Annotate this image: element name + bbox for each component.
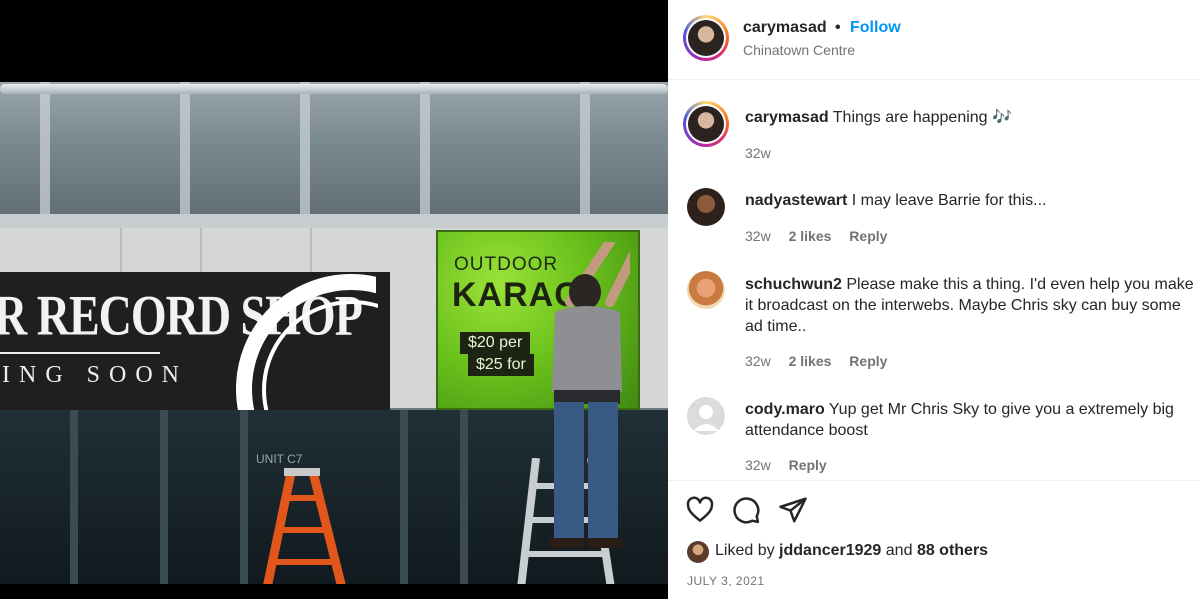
liked-user[interactable]: jddancer1929 <box>779 542 881 559</box>
comment-text: cody.maro Yup get Mr Chris Sky to give y… <box>745 399 1195 441</box>
commenter-avatar[interactable] <box>687 188 725 226</box>
caption-avatar[interactable] <box>683 101 729 147</box>
location-link[interactable]: Chinatown Centre <box>743 42 855 58</box>
floor-ledge <box>0 214 668 228</box>
storefront-mullion <box>70 410 78 584</box>
comment-username[interactable]: nadyastewart <box>745 192 847 209</box>
storefront-mullion <box>400 410 408 584</box>
caption-text: carymasad Things are happening 🎶 <box>745 107 1195 128</box>
liked-and: and <box>885 542 913 559</box>
balcony-handrail <box>0 84 668 94</box>
comment-username[interactable]: schuchwun2 <box>745 276 842 293</box>
default-avatar-icon[interactable] <box>687 397 725 435</box>
heart-icon[interactable] <box>685 495 715 525</box>
storefront-mullion <box>160 410 168 584</box>
unit-label: UNIT C7 <box>256 452 303 466</box>
caption-username[interactable]: carymasad <box>745 109 829 126</box>
comment-username[interactable]: cody.maro <box>745 401 825 418</box>
comment-meta: 32w 2 likes Reply <box>745 353 901 369</box>
author-username[interactable]: carymasad <box>743 19 827 37</box>
glass-mullion <box>300 82 310 222</box>
comment-time[interactable]: 32w <box>745 457 771 473</box>
comment-likes[interactable]: 2 likes <box>789 228 832 244</box>
post-date[interactable]: JULY 3, 2021 <box>687 574 765 588</box>
banner-price1: $20 per <box>460 332 531 354</box>
comment-body: I may leave Barrie for this... <box>851 192 1047 209</box>
upper-glass-wall <box>0 82 668 222</box>
comment-likes[interactable]: 2 likes <box>789 353 832 369</box>
storefront-mullion <box>240 410 248 584</box>
awning-subtitle: ING SOON <box>2 362 188 388</box>
reply-button[interactable]: Reply <box>849 353 887 369</box>
liked-by-text: Liked by jddancer1929 and 88 others <box>715 542 988 560</box>
comment-meta: 32w Reply <box>745 457 841 473</box>
caption-time[interactable]: 32w <box>745 145 771 161</box>
comment-text: schuchwun2 Please make this a thing. I'd… <box>745 274 1195 337</box>
orange-ladder <box>263 468 346 584</box>
post-actions: Liked by jddancer1929 and 88 others JULY… <box>668 480 1200 599</box>
storefront-mullion <box>460 410 468 584</box>
glass-mullion <box>180 82 190 222</box>
commenter-avatar[interactable] <box>687 271 725 309</box>
separator-dot: • <box>835 19 841 36</box>
comment-text: nadyastewart I may leave Barrie for this… <box>745 190 1195 211</box>
liked-prefix: Liked by <box>715 542 775 559</box>
reply-button[interactable]: Reply <box>789 457 827 473</box>
glass-mullion <box>40 82 50 222</box>
caption-meta: 32w <box>745 145 785 161</box>
liked-by-avatar[interactable] <box>687 541 709 563</box>
post-details-panel: carymasad • Follow Chinatown Centre cary… <box>668 0 1200 599</box>
author-avatar[interactable] <box>683 15 729 61</box>
follow-button[interactable]: Follow <box>850 19 901 37</box>
glass-mullion <box>580 82 590 222</box>
awning-rule <box>0 352 160 354</box>
reply-button[interactable]: Reply <box>849 228 887 244</box>
liked-others[interactable]: 88 others <box>917 542 988 559</box>
share-icon[interactable] <box>778 495 808 525</box>
comment-meta: 32w 2 likes Reply <box>745 228 901 244</box>
man-on-ladder <box>550 242 630 548</box>
caption-body: Things are happening 🎶 <box>832 109 1012 126</box>
banner-price2: $25 for <box>468 354 534 376</box>
post-photo[interactable]: R RECORD SHOP ING SOON UNIT C7 OUTDOOR K… <box>0 0 668 599</box>
storefront-scene: R RECORD SHOP ING SOON UNIT C7 OUTDOOR K… <box>0 82 668 584</box>
comment-time[interactable]: 32w <box>745 228 771 244</box>
comment-icon[interactable] <box>731 495 761 525</box>
post-header: carymasad • Follow Chinatown Centre <box>668 0 1200 80</box>
glass-mullion <box>420 82 430 222</box>
comment-time[interactable]: 32w <box>745 353 771 369</box>
